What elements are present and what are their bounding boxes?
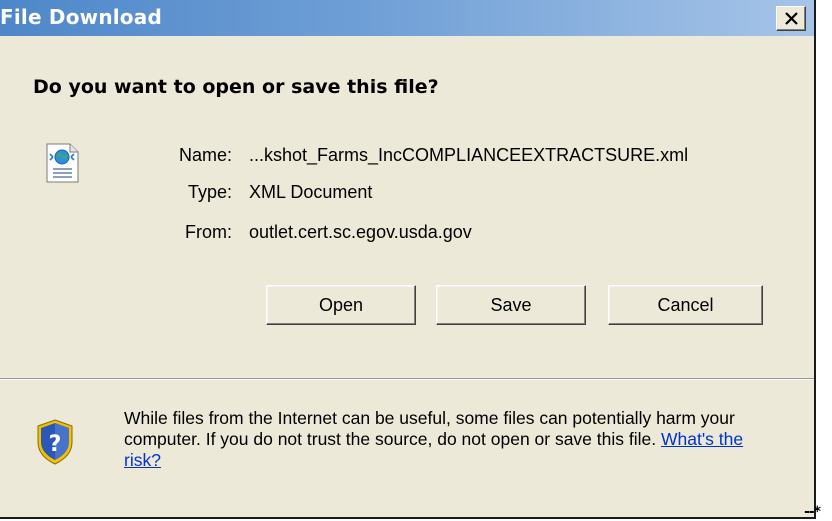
close-button[interactable] [776,6,806,31]
security-warning: While files from the Internet can be use… [124,408,784,471]
name-label: Name: [178,145,232,165]
title-bar[interactable]: File Download [0,0,814,36]
open-button[interactable]: Open [266,285,416,325]
xml-document-icon [44,143,80,183]
svg-text:?: ? [49,432,62,457]
corner-mark: --* [804,504,821,520]
name-value: ...kshot_Farms_IncCOMPLIANCEEXTRACTSURE.… [249,145,689,165]
type-label: Type: [187,182,232,202]
divider [0,378,814,380]
dialog-question: Do you want to open or save this file? [33,76,439,98]
save-button[interactable]: Save [436,285,586,325]
type-value: XML Document [249,182,373,202]
file-download-dialog: File Download Do you want to open or sav… [0,0,816,519]
window-title: File Download [0,5,162,29]
close-icon [785,12,798,25]
from-value: outlet.cert.sc.egov.usda.gov [249,222,472,242]
cancel-button[interactable]: Cancel [608,285,763,325]
from-label: From: [185,222,232,242]
warning-message: While files from the Internet can be use… [124,408,735,449]
shield-question-icon: ? [35,418,75,466]
